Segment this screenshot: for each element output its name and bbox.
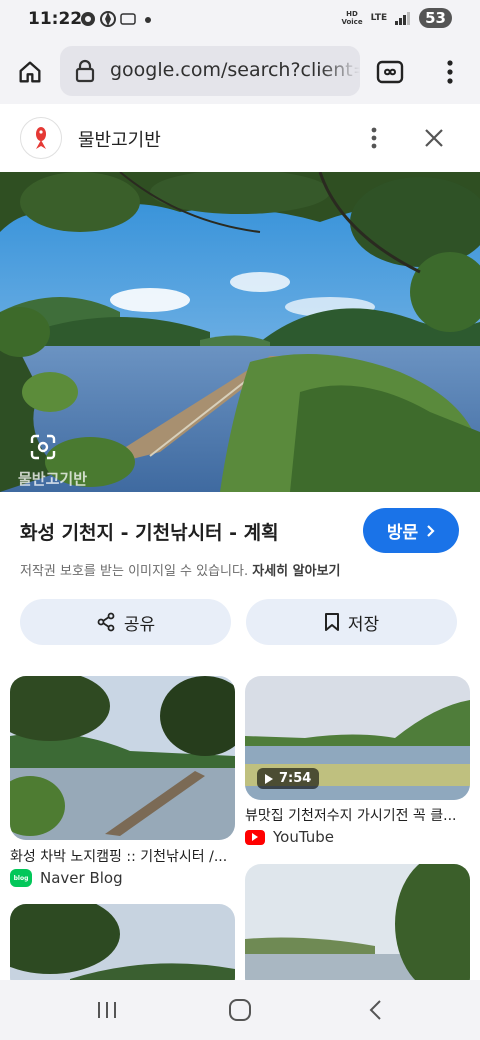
image-title: 화성 기천지 - 기천낚시터 - 계획 [20,522,279,544]
play-icon [265,773,273,784]
related-source-label-1: Naver Blog [40,869,123,887]
home-icon [19,61,41,83]
related-thumb-1[interactable] [10,676,235,840]
chevron-right-icon [427,524,435,537]
related-photo-4 [245,864,470,994]
status-indicators: HD Voice LTE 53 [341,8,452,28]
source-name[interactable]: 물반고기반 [78,126,161,152]
youtube-icon [245,829,265,845]
close-button[interactable] [420,124,448,152]
image-watermark: 물반고기반 [18,470,88,488]
lake-photo [0,172,480,492]
video-duration-badge: 7:54 [257,768,320,789]
share-icon [97,612,115,632]
battery-icon: 53 [419,8,452,28]
more-notifications-icon [145,17,151,23]
visit-label: 방문 [386,523,419,543]
source-favicon[interactable] [20,117,62,159]
browser-menu-button[interactable] [432,54,468,90]
lock-icon [75,59,95,83]
signal-icon [395,12,411,25]
home-button[interactable] [12,54,48,90]
related-title-1[interactable]: 화성 차박 노지캠핑 :: 기천낚시터 /... [10,846,235,866]
lte-icon: LTE [370,12,388,23]
recent-apps-icon [98,1002,116,1018]
fish-logo-icon [36,127,46,149]
home-nav-button[interactable] [225,995,255,1025]
hd-voice-icon: HD Voice [341,10,363,26]
visit-button[interactable]: 방문 [363,508,459,553]
app-notification-icon [120,13,136,25]
recent-apps-button[interactable] [92,995,122,1025]
status-time: 11:22 [28,9,83,29]
related-source-1: blog Naver Blog [10,869,123,887]
related-source-2: YouTube [245,828,334,846]
tabs-button[interactable] [372,54,408,90]
home-circle-icon [229,999,251,1021]
learn-more-link[interactable]: 자세히 알아보기 [252,564,340,579]
source-header: 물반고기반 [0,104,480,172]
share-label: 공유 [123,614,156,635]
blog-icon: blog [10,869,32,887]
notification-icon [81,12,95,26]
video-duration: 7:54 [279,771,312,786]
back-icon [369,1000,381,1020]
close-icon [425,129,443,147]
source-more-button[interactable] [360,124,388,152]
google-lens-icon [30,434,56,460]
browser-toolbar: google.com/search?client=fire [0,40,480,104]
address-bar[interactable]: google.com/search?client=fire [60,46,360,96]
more-vertical-icon [371,127,377,149]
copyright-text: 저작권 보호를 받는 이미지일 수 있습니다. [20,564,249,579]
status-bar: 11:22 HD Voice LTE 53 [0,0,480,40]
related-thumb-4[interactable] [245,864,470,994]
share-button[interactable]: 공유 [20,599,231,645]
system-nav-bar [0,980,480,1040]
related-photo-1 [10,676,235,840]
lens-search-button[interactable] [28,432,58,462]
bookmark-icon [324,613,339,631]
more-vertical-icon [447,60,453,84]
related-source-label-2: YouTube [273,828,334,846]
save-label: 저장 [347,614,380,635]
camera-shutter-icon [100,11,116,27]
back-button[interactable] [360,995,390,1025]
infinity-tabs-icon [376,60,404,84]
related-title-2[interactable]: 뷰맛집 기천저수지 가시기전 꼭 클... [245,805,470,825]
copyright-notice: 저작권 보호를 받는 이미지일 수 있습니다. 자세히 알아보기 [20,560,341,579]
save-button[interactable]: 저장 [246,599,457,645]
main-image[interactable] [0,172,480,492]
